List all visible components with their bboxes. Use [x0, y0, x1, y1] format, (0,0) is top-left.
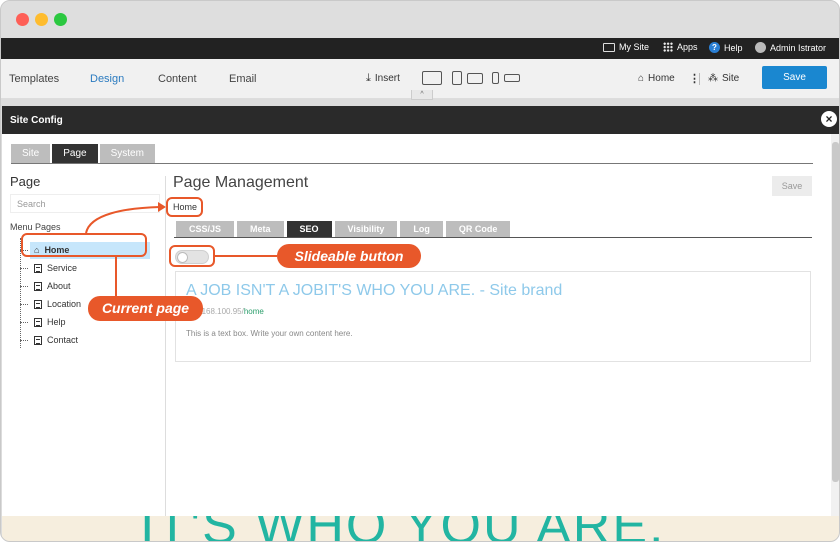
current-page-callout: Current page: [88, 296, 203, 321]
slideable-callout: Slideable button: [277, 244, 421, 268]
annotation-arrows: [85, 202, 277, 296]
arrowhead: [158, 202, 166, 212]
arrow-to-breadcrumb: [85, 206, 161, 234]
